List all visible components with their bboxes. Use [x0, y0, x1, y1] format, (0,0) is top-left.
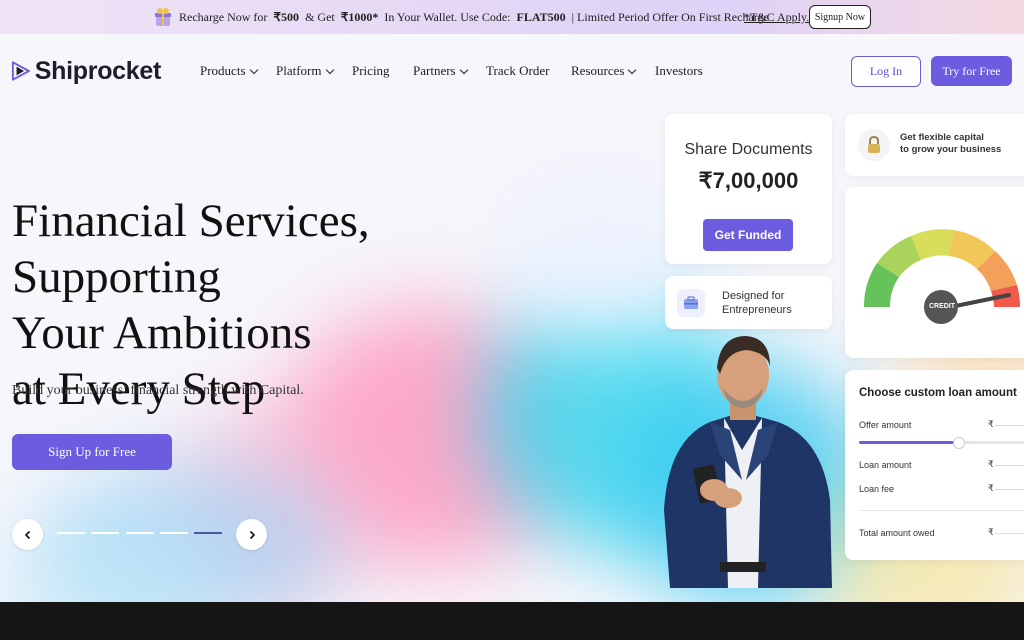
offer-amount-label: Offer amount — [859, 420, 912, 430]
try-free-button[interactable]: Try for Free — [931, 56, 1012, 86]
nav-pricing[interactable]: Pricing — [352, 63, 390, 79]
credit-gauge-card: CREDIT — [845, 187, 1024, 358]
carousel-dot[interactable] — [160, 532, 188, 534]
chevron-down-icon — [325, 65, 334, 75]
chevron-left-icon — [24, 530, 30, 539]
carousel-dot[interactable] — [126, 532, 154, 534]
designed-for-card: Designed for Entrepreneurs — [665, 276, 832, 329]
nav-platform[interactable]: Platform — [276, 63, 334, 79]
chevron-down-icon — [628, 65, 637, 75]
loan-fee-label: Loan fee — [859, 484, 895, 494]
flexible-capital-card: Get flexible capital to grow your busines… — [845, 114, 1024, 176]
terms-link[interactable]: *T&C Apply. — [744, 10, 809, 25]
carousel-dot-active[interactable] — [194, 532, 222, 534]
total-owed-label: Total amount owed — [859, 528, 935, 538]
carousel-next-button[interactable] — [236, 519, 267, 550]
flexible-capital-text: Get flexible capital to grow your busines… — [900, 132, 1002, 155]
designed-for-text: Designed for Entrepreneurs — [722, 290, 792, 316]
funding-amount: ₹7,00,000 — [698, 168, 799, 193]
sign-up-free-button[interactable]: Sign Up for Free — [12, 434, 172, 470]
loan-amount-card: Choose custom loan amount Offer amount ₹… — [845, 370, 1024, 560]
hero-subtext: Build your business’ financial strength … — [12, 383, 304, 398]
lock-icon — [858, 129, 890, 161]
currency-symbol: ₹ — [988, 527, 994, 537]
chevron-down-icon — [249, 65, 258, 75]
nav-track-order[interactable]: Track Order — [486, 63, 549, 79]
footer-strip — [0, 602, 1024, 640]
carousel-dot[interactable] — [57, 532, 85, 534]
chevron-right-icon — [249, 530, 255, 539]
gauge-label: CREDIT — [928, 303, 956, 310]
credit-gauge — [863, 229, 1021, 324]
login-button[interactable]: Log In — [851, 56, 921, 87]
get-funded-button[interactable]: Get Funded — [703, 219, 793, 251]
carousel-dot[interactable] — [91, 532, 119, 534]
briefcase-icon — [677, 289, 705, 317]
brand-name: Shiprocket — [34, 56, 162, 85]
nav-resources[interactable]: Resources — [571, 63, 637, 79]
currency-symbol: ₹ — [988, 419, 994, 429]
share-documents-card: Share Documents ₹7,00,000 Get Funded — [665, 114, 832, 264]
gift-icon — [155, 8, 171, 26]
chevron-down-icon — [459, 65, 468, 75]
nav-products[interactable]: Products — [200, 63, 258, 79]
slider-handle[interactable] — [953, 437, 965, 449]
shiprocket-logo[interactable]: Shiprocket — [11, 54, 161, 88]
offer-amount-slider[interactable] — [859, 437, 1024, 449]
loan-card-title: Choose custom loan amount — [859, 387, 1017, 399]
carousel-prev-button[interactable] — [12, 519, 43, 550]
promo-text: Recharge Now for ₹500 & Get ₹1000* In Yo… — [179, 10, 769, 24]
signup-now-button[interactable]: Signup Now — [809, 5, 871, 29]
logo-icon — [11, 61, 30, 81]
promo-bar: Recharge Now for ₹500 & Get ₹1000* In Yo… — [0, 0, 1024, 34]
nav-investors[interactable]: Investors — [655, 63, 703, 79]
businessman-image — [664, 336, 832, 588]
currency-symbol: ₹ — [988, 459, 994, 469]
share-documents-title: Share Documents — [684, 141, 813, 158]
nav-partners[interactable]: Partners — [413, 63, 468, 79]
loan-amount-label: Loan amount — [859, 460, 912, 470]
currency-symbol: ₹ — [988, 483, 994, 493]
